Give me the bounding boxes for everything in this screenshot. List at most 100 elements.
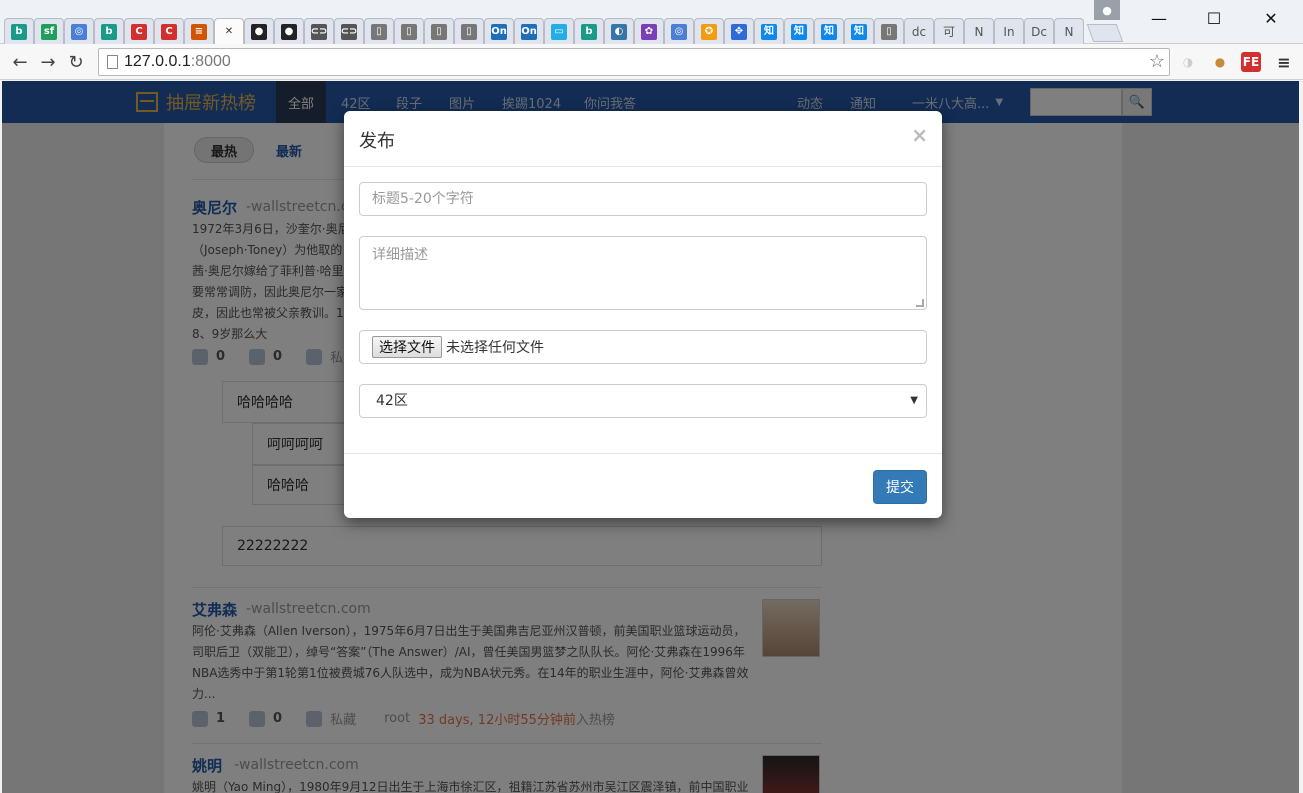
page-icon: ▯	[371, 23, 387, 40]
browser-tab[interactable]: 知	[814, 18, 844, 44]
browser-tab[interactable]: 可	[934, 18, 964, 44]
browser-tab[interactable]: ▭	[544, 18, 574, 44]
browser-toolbar: ← → ↻ 127.0.0.1:8000 ☆ ◑ ● FE ≡	[0, 44, 1303, 80]
c-red-icon: C	[131, 23, 147, 40]
browser-tab[interactable]: On	[484, 18, 514, 44]
url-host: 127.0.0.1	[124, 53, 191, 70]
maximize-icon[interactable]: ☐	[1186, 0, 1242, 36]
bilibili-icon: ▭	[551, 23, 567, 40]
new-tab-button[interactable]	[1086, 24, 1124, 42]
browser-tab[interactable]: ▯	[394, 18, 424, 44]
zhihu-icon: 知	[761, 23, 777, 40]
page-icon: ▯	[881, 23, 897, 40]
on-icon: On	[491, 23, 507, 40]
close-window-icon[interactable]: ✕	[1243, 0, 1299, 36]
page-viewport: 抽屉新热榜 全部 42区 段子 图片 挨踢1024 你问我答 动态 通知 一米八…	[2, 81, 1299, 793]
browser-tab[interactable]: b	[94, 18, 124, 44]
address-bar[interactable]: 127.0.0.1:8000 ☆	[98, 48, 1170, 76]
close-icon[interactable]: ×	[911, 123, 928, 147]
browser-tab[interactable]: ▯	[424, 18, 454, 44]
profile-icon[interactable]: ●	[1094, 0, 1120, 20]
browser-tab[interactable]: 知	[784, 18, 814, 44]
browser-tab[interactable]: 知	[754, 18, 784, 44]
bing-icon: b	[581, 23, 597, 40]
modal-footer: 提交	[344, 453, 942, 518]
page-info-icon[interactable]	[107, 55, 118, 69]
text-tab: 可	[942, 24, 955, 39]
globe-icon: ◎	[71, 23, 87, 40]
browser-tab[interactable]: In	[994, 18, 1024, 44]
github-icon: ●	[281, 23, 297, 40]
text-tab: dc	[911, 24, 927, 39]
browser-tab[interactable]: ◎	[64, 18, 94, 44]
extension-fe-icon[interactable]: FE	[1241, 52, 1261, 72]
title-input[interactable]: 标题5-20个字符	[359, 182, 927, 216]
text-tab: Dc	[1031, 24, 1047, 39]
browser-tab[interactable]: ✕	[214, 18, 244, 44]
c-red-icon: C	[161, 23, 177, 40]
zhihu-icon: 知	[821, 23, 837, 40]
browser-tab[interactable]: ▯	[874, 18, 904, 44]
modal-title: 发布	[359, 131, 395, 152]
browser-tab[interactable]: ≡	[184, 18, 214, 44]
minimize-icon[interactable]: —	[1131, 0, 1187, 36]
browser-tab[interactable]: N	[964, 18, 994, 44]
browser-tab[interactable]: b	[4, 18, 34, 44]
tab-list: b sf ◎ b C C ≡ ✕ ● ● ⊂⊃ ⊂⊃ ▯ ▯ ▯ ▯ On On ▭ b ◐ ✿ ◎ ✪ ✥ 知知知知 ▯ dc 可 N I…	[4, 18, 1124, 44]
on-icon: On	[521, 23, 537, 40]
link-icon: ⊂⊃	[341, 23, 357, 40]
browser-tab[interactable]: ◎	[664, 18, 694, 44]
segmentfault-icon: sf	[41, 23, 57, 40]
bars-icon: ≡	[191, 23, 207, 40]
browser-tab[interactable]: On	[514, 18, 544, 44]
browser-tab[interactable]: ▯	[364, 18, 394, 44]
description-placeholder: 详细描述	[372, 247, 428, 263]
text-tab: N	[974, 24, 984, 39]
browser-tab[interactable]: ✪	[694, 18, 724, 44]
bookmark-star-icon[interactable]: ☆	[1149, 51, 1165, 72]
browser-tab[interactable]: ✿	[634, 18, 664, 44]
close-tab-icon[interactable]: ✕	[221, 24, 237, 40]
category-value: 42区	[376, 393, 408, 409]
file-status: 未选择任何文件	[446, 340, 544, 356]
browser-tab[interactable]: ⊂⊃	[334, 18, 364, 44]
colorful-icon: ✿	[641, 23, 657, 40]
browser-tab[interactable]: b	[574, 18, 604, 44]
browser-tab[interactable]: Dc	[1024, 18, 1054, 44]
zhihu-icon: 知	[791, 23, 807, 40]
description-textarea[interactable]: 详细描述	[359, 236, 927, 310]
submit-button[interactable]: 提交	[873, 470, 927, 504]
browser-tab[interactable]: ▯	[454, 18, 484, 44]
globe-icon: ◎	[671, 23, 687, 40]
orange-icon: ✪	[701, 23, 717, 40]
text-tab: N	[1064, 24, 1074, 39]
browser-tab[interactable]: N	[1054, 18, 1084, 44]
publish-modal: 发布 × 标题5-20个字符 详细描述 选择文件 未选择任何文件 42区 ▼ 提…	[344, 111, 942, 518]
choose-file-button[interactable]: 选择文件	[372, 336, 442, 358]
modal-header: 发布 ×	[344, 111, 942, 167]
category-select[interactable]: 42区 ▼	[359, 384, 927, 418]
browser-tab[interactable]: ✥	[724, 18, 754, 44]
extension-cookie-icon[interactable]: ●	[1210, 52, 1230, 72]
extension-feather-icon[interactable]: ◑	[1178, 52, 1198, 72]
forward-icon[interactable]: →	[36, 50, 60, 74]
page-icon: ▯	[401, 23, 417, 40]
browser-tab[interactable]: ◐	[604, 18, 634, 44]
browser-tab[interactable]: C	[154, 18, 184, 44]
reload-icon[interactable]: ↻	[64, 50, 88, 74]
browser-tab[interactable]: sf	[34, 18, 64, 44]
file-input[interactable]: 选择文件 未选择任何文件	[359, 330, 927, 364]
text-tab: In	[1003, 24, 1015, 39]
caret-down-icon: ▼	[910, 395, 918, 406]
page-icon: ▯	[431, 23, 447, 40]
browser-menu-icon[interactable]: ≡	[1274, 52, 1294, 72]
browser-tab[interactable]: C	[124, 18, 154, 44]
resize-handle-icon[interactable]	[916, 299, 924, 307]
browser-tab[interactable]: dc	[904, 18, 934, 44]
browser-tab[interactable]: ⊂⊃	[304, 18, 334, 44]
back-icon[interactable]: ←	[8, 50, 32, 74]
baidu-paw-icon: ✥	[731, 23, 747, 40]
browser-tab[interactable]: 知	[844, 18, 874, 44]
browser-tab[interactable]: ●	[274, 18, 304, 44]
browser-tab[interactable]: ●	[244, 18, 274, 44]
